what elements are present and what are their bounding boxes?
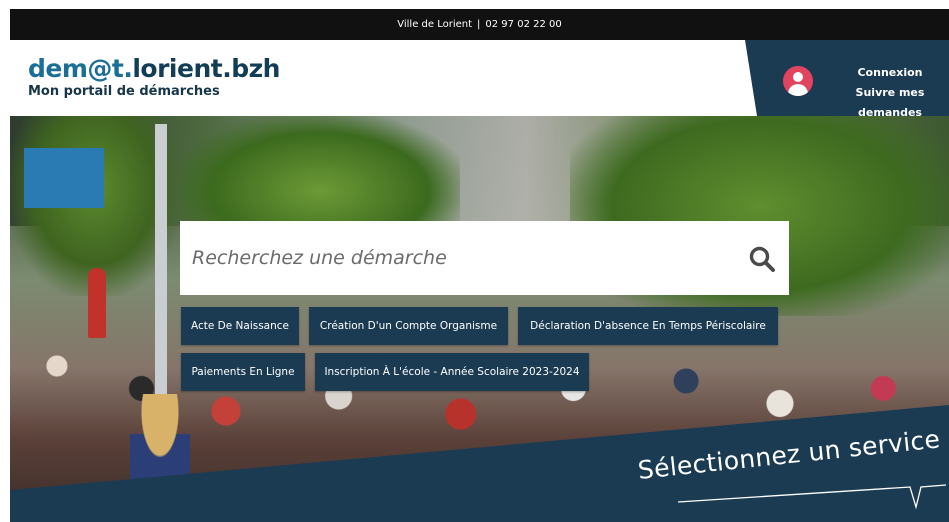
quick-link-compte-organisme[interactable]: Création D'un Compte Organisme — [309, 307, 508, 345]
city-name: Ville de Lorient — [397, 19, 473, 30]
top-info-bar: Ville de Lorient | 02 97 02 22 00 — [10, 9, 949, 40]
search-input[interactable] — [192, 247, 732, 269]
topbar-separator: | — [477, 19, 481, 30]
site-header: dem@t.lorient.bzh Mon portail de démarch… — [10, 40, 949, 119]
site-logo[interactable]: dem@t.lorient.bzh Mon portail de démarch… — [28, 55, 280, 100]
quick-link-paiements[interactable]: Paiements En Ligne — [181, 353, 305, 391]
account-panel: Connexion Suivre mes demandes — [745, 40, 949, 119]
account-links: Connexion Suivre mes demandes — [825, 63, 949, 123]
logo-subtitle: Mon portail de démarches — [28, 84, 220, 99]
search-box — [180, 221, 789, 295]
login-link[interactable]: Connexion — [825, 63, 949, 83]
logo-part-demat: dem@t. — [28, 54, 133, 83]
quick-link-absence-periscolaire[interactable]: Déclaration D'absence En Temps Périscola… — [518, 307, 778, 345]
user-avatar-icon[interactable] — [783, 66, 813, 96]
logo-wordmark: dem@t.lorient.bzh — [28, 55, 280, 83]
search-icon[interactable] — [748, 245, 776, 273]
quick-link-acte-naissance[interactable]: Acte De Naissance — [181, 307, 299, 345]
quick-link-inscription-ecole[interactable]: Inscription À L'école - Année Scolaire 2… — [315, 353, 589, 391]
city-phone[interactable]: 02 97 02 22 00 — [485, 19, 561, 30]
logo-part-lorient: lorient.bzh — [132, 54, 280, 83]
